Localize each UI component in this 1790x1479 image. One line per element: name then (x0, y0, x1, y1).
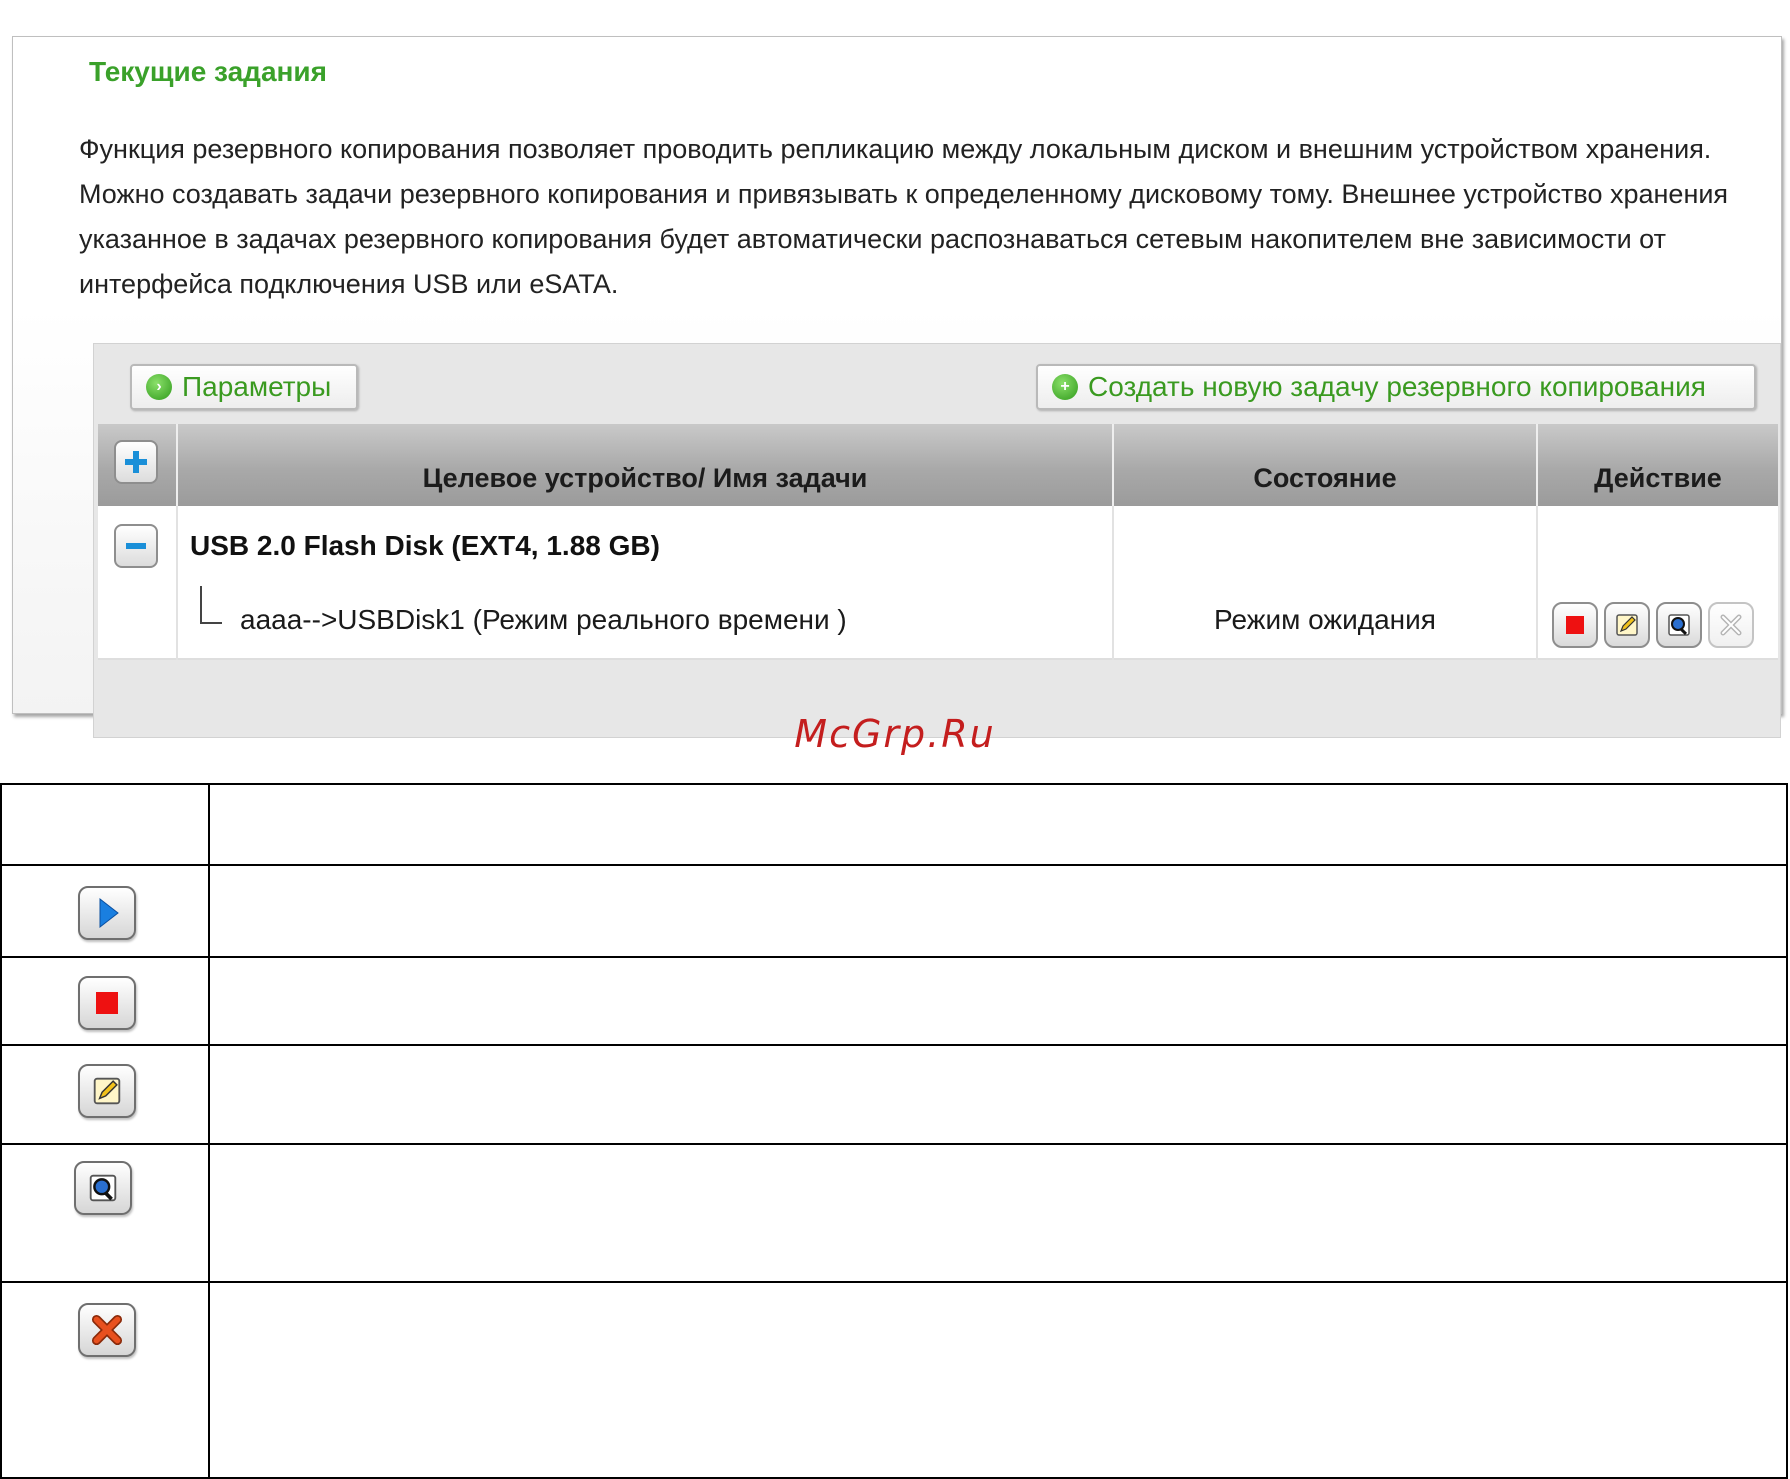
minus-icon (126, 543, 146, 549)
arrow-right-icon: › (146, 374, 172, 400)
view-icon (1668, 614, 1690, 636)
collapse-cell (98, 506, 178, 660)
disk-name: USB 2.0 Flash Disk (EXT4, 1.88 GB) (190, 530, 660, 561)
parameters-button-label: Параметры (182, 371, 332, 402)
edit-button[interactable] (1604, 602, 1650, 648)
delete-button[interactable] (1708, 602, 1754, 648)
panel-description: Функция резервного копирования позволяет… (79, 134, 1729, 299)
current-tasks-panel: Текущие задания Функция резервного копир… (12, 36, 1782, 738)
icon-legend-table (0, 783, 1788, 1479)
delete-icon (91, 1314, 123, 1346)
create-backup-job-label: Создать новую задачу резервного копирова… (1088, 371, 1706, 402)
delete-button (78, 1303, 136, 1357)
stop-button (78, 976, 136, 1030)
table-row (0, 1044, 1788, 1145)
legend-text-play (208, 864, 1788, 958)
view-button[interactable] (1656, 602, 1702, 648)
create-backup-job-button[interactable]: + Создать новую задачу резервного копиро… (1036, 364, 1756, 410)
delete-icon (1720, 614, 1742, 636)
plus-icon (125, 451, 147, 473)
legend-header-icon (0, 783, 210, 866)
task-state: Режим ожидания (1214, 604, 1436, 635)
legend-text-delete (208, 1281, 1788, 1479)
edit-button (78, 1064, 136, 1118)
view-icon (89, 1174, 117, 1202)
add-circle-icon: + (1052, 374, 1078, 400)
edit-icon (93, 1077, 121, 1105)
column-header-target[interactable]: Целевое устройство/ Имя задачи (178, 424, 1114, 506)
backup-jobs-grid: › Параметры + Создать новую задачу резер… (93, 343, 1781, 738)
table-row: USB 2.0 Flash Disk (EXT4, 1.88 GB) aaaa-… (98, 506, 1778, 660)
edit-icon (1616, 614, 1638, 636)
table-row (0, 783, 1788, 866)
legend-text-view (208, 1143, 1788, 1283)
table-header: Целевое устройство/ Имя задачи Состояние… (98, 424, 1778, 506)
target-cell: USB 2.0 Flash Disk (EXT4, 1.88 GB) aaaa-… (178, 506, 1114, 660)
play-button (78, 886, 136, 940)
watermark: McGrp.Ru (794, 712, 996, 756)
legend-header-description (208, 783, 1788, 866)
play-icon (99, 897, 119, 929)
collapse-button[interactable] (114, 524, 158, 568)
table-row (0, 1143, 1788, 1283)
tree-connector (200, 586, 222, 624)
legend-text-edit (208, 1044, 1788, 1145)
column-header-state[interactable]: Состояние (1114, 424, 1538, 506)
stop-icon (1566, 616, 1584, 634)
parameters-button[interactable]: › Параметры (130, 364, 358, 410)
action-buttons (1552, 602, 1754, 648)
action-cell (1538, 506, 1778, 660)
expand-all-button[interactable] (114, 440, 158, 484)
legend-text-stop (208, 956, 1788, 1046)
state-cell: Режим ожидания (1114, 506, 1538, 660)
table-row (0, 864, 1788, 958)
expand-all-header-cell (98, 424, 178, 506)
column-header-action[interactable]: Действие (1538, 424, 1778, 506)
view-button (74, 1161, 132, 1215)
task-name[interactable]: aaaa-->USBDisk1 (Режим реального времени… (240, 604, 847, 636)
stop-button[interactable] (1552, 602, 1598, 648)
panel-title: Текущие задания (79, 49, 337, 95)
table-row (0, 956, 1788, 1046)
stop-icon (96, 992, 118, 1014)
table-row (0, 1281, 1788, 1479)
